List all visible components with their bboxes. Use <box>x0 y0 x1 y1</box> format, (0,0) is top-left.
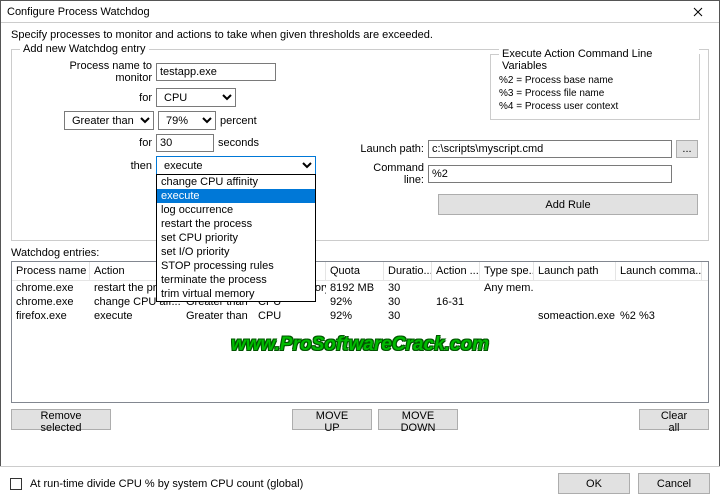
table-cell <box>432 309 480 323</box>
column-header[interactable]: Process name <box>12 262 90 280</box>
move-down-button[interactable]: MOVE DOWN <box>378 409 458 430</box>
for-label-1: for <box>32 92 152 104</box>
action-option[interactable]: set I/O priority <box>157 245 315 259</box>
table-cell: 30 <box>384 281 432 295</box>
close-button[interactable] <box>683 3 713 21</box>
action-option[interactable]: change CPU affinity <box>157 175 315 189</box>
cancel-button[interactable]: Cancel <box>638 473 710 494</box>
table-cell <box>480 309 534 323</box>
window-title: Configure Process Watchdog <box>7 6 683 18</box>
table-cell <box>480 295 534 309</box>
table-row[interactable]: firefox.exeexecuteGreater thanCPU92%30 so… <box>12 309 708 323</box>
percent-select[interactable]: 79% <box>158 111 216 130</box>
move-up-button[interactable]: MOVE UP <box>292 409 372 430</box>
table-cell <box>534 295 616 309</box>
metric-select[interactable]: CPU <box>156 88 236 107</box>
table-cell: %2 %3 <box>616 309 702 323</box>
table-cell: 30 <box>384 295 432 309</box>
command-line-input[interactable] <box>428 165 672 183</box>
table-cell: 92% <box>326 309 384 323</box>
column-header[interactable]: Type spe... <box>480 262 534 280</box>
table-cell: CPU <box>254 309 326 323</box>
column-header[interactable]: Quota <box>326 262 384 280</box>
remove-selected-button[interactable]: Remove selected <box>11 409 111 430</box>
clear-all-button[interactable]: Clear all <box>639 409 709 430</box>
action-option[interactable]: set CPU priority <box>157 231 315 245</box>
table-cell: 92% <box>326 295 384 309</box>
table-row[interactable]: chrome.exechange CPU aff...Greater thanC… <box>12 295 708 309</box>
process-name-input[interactable] <box>156 63 276 81</box>
percent-suffix: percent <box>220 115 257 127</box>
add-entry-group: Add new Watchdog entry Execute Action Co… <box>11 49 709 241</box>
table-cell: someaction.exe <box>534 309 616 323</box>
table-cell <box>534 281 616 295</box>
add-rule-button[interactable]: Add Rule <box>438 194 698 215</box>
command-line-label: Command line: <box>352 162 424 186</box>
table-cell: Any mem... <box>480 281 534 295</box>
action-select[interactable]: execute <box>156 156 316 175</box>
comparator-select[interactable]: Greater than <box>64 111 154 130</box>
group-legend: Add new Watchdog entry <box>20 43 149 55</box>
runtime-divide-label: At run-time divide CPU % by system CPU c… <box>30 478 303 490</box>
table-cell: 16-31 <box>432 295 480 309</box>
then-label: then <box>32 160 152 172</box>
vars-legend: Execute Action Command Line Variables <box>499 48 699 72</box>
process-label: Process name to monitor <box>32 60 152 84</box>
for-label-2: for <box>32 137 152 149</box>
seconds-suffix: seconds <box>218 137 259 149</box>
launch-path-input[interactable] <box>428 140 672 158</box>
column-header[interactable]: Action ... <box>432 262 480 280</box>
entries-label: Watchdog entries: <box>11 247 709 259</box>
close-icon <box>693 7 703 17</box>
table-cell <box>616 281 702 295</box>
table-cell: Greater than <box>182 309 254 323</box>
action-dropdown-list: change CPU affinityexecutelog occurrence… <box>156 174 316 302</box>
table-cell: 30 <box>384 309 432 323</box>
description-text: Specify processes to monitor and actions… <box>11 29 709 41</box>
table-cell: chrome.exe <box>12 281 90 295</box>
entries-table[interactable]: Process nameActionLess / GreaterTypeQuot… <box>11 261 709 403</box>
runtime-divide-checkbox[interactable] <box>10 478 22 490</box>
action-option[interactable]: restart the process <box>157 217 315 231</box>
table-cell: 8192 MB <box>326 281 384 295</box>
action-option[interactable]: log occurrence <box>157 203 315 217</box>
table-cell <box>616 295 702 309</box>
action-option[interactable]: execute <box>157 189 315 203</box>
action-option[interactable]: trim virtual memory <box>157 287 315 301</box>
table-row[interactable]: chrome.exerestart the proc...Greater tha… <box>12 281 708 295</box>
ok-button[interactable]: OK <box>558 473 630 494</box>
var-3: %3 = Process file name <box>499 87 691 100</box>
titlebar: Configure Process Watchdog <box>1 1 719 23</box>
watermark-text: www.ProSoftwareCrack.com <box>12 334 708 356</box>
launch-path-label: Launch path: <box>352 143 424 155</box>
cmdline-vars-box: Execute Action Command Line Variables %1… <box>490 54 700 120</box>
var-2: %2 = Process base name <box>499 74 691 87</box>
column-header[interactable]: Launch path <box>534 262 616 280</box>
var-4: %4 = Process user context <box>499 100 691 113</box>
table-cell: firefox.exe <box>12 309 90 323</box>
action-option[interactable]: STOP processing rules <box>157 259 315 273</box>
seconds-input[interactable] <box>156 134 214 152</box>
table-cell <box>432 281 480 295</box>
action-option[interactable]: terminate the process <box>157 273 315 287</box>
table-cell: chrome.exe <box>12 295 90 309</box>
table-cell: execute <box>90 309 182 323</box>
footer: At run-time divide CPU % by system CPU c… <box>0 466 720 500</box>
column-header[interactable]: Duratio... <box>384 262 432 280</box>
browse-button[interactable]: ... <box>676 140 698 158</box>
column-header[interactable]: Launch comma... <box>616 262 702 280</box>
